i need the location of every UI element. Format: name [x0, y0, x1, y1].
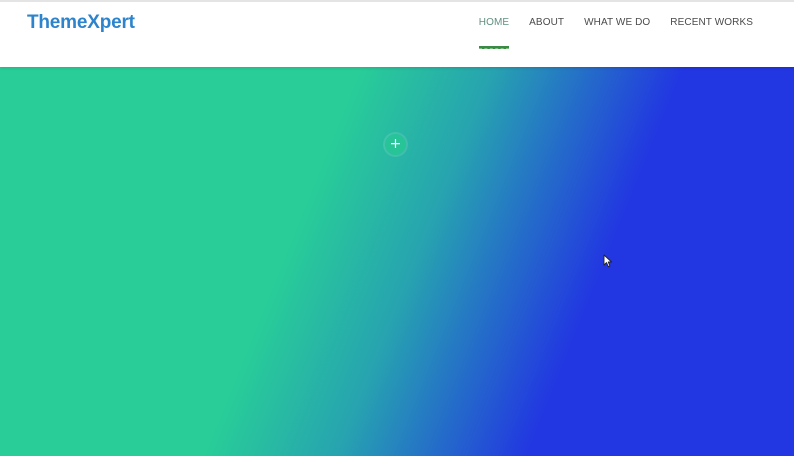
- site-logo[interactable]: ThemeXpert: [27, 12, 135, 34]
- nav-active-underline: [478, 46, 510, 49]
- mouse-cursor-icon: [603, 254, 613, 268]
- plus-icon: +: [389, 136, 402, 152]
- nav-item-about[interactable]: ABOUT: [529, 17, 564, 28]
- hero-section: [0, 67, 794, 456]
- hero-gradient-background: [0, 67, 794, 456]
- nav-item-home[interactable]: HOME: [478, 17, 510, 49]
- nav-item-recent-works[interactable]: RECENT WORKS: [670, 17, 753, 28]
- main-nav: HOME ABOUT WHAT WE DO RECENT WORKS: [478, 17, 753, 49]
- add-button[interactable]: +: [385, 134, 406, 155]
- site-header: ThemeXpert HOME ABOUT WHAT WE DO RECENT …: [0, 0, 794, 67]
- nav-item-what-we-do[interactable]: WHAT WE DO: [584, 17, 650, 28]
